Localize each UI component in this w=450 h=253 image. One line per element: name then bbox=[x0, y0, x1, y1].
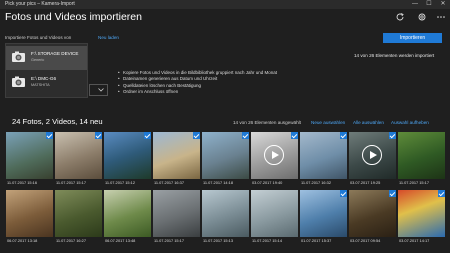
photo-date: 03.07.2017 19:40 bbox=[252, 180, 283, 185]
photo-date: 11.07.2017 16:27 bbox=[56, 238, 86, 243]
reload-link[interactable]: Neu laden bbox=[98, 35, 119, 40]
photo-date: 11.07.2017 15:12 bbox=[105, 180, 135, 185]
play-icon bbox=[264, 145, 284, 165]
photo-thumbnail bbox=[104, 132, 151, 179]
photo-thumbnail bbox=[6, 190, 53, 237]
photo-date: 11.07.2017 15:13 bbox=[203, 238, 233, 243]
checkmark-icon[interactable] bbox=[389, 190, 396, 197]
photo-date: 01.07.2017 15:37 bbox=[301, 238, 332, 243]
video-thumbnail bbox=[349, 132, 396, 179]
source-label: Importiere Fotos und Videos von bbox=[5, 35, 72, 40]
import-button[interactable]: Importieren bbox=[383, 33, 442, 43]
photo-thumbnail bbox=[202, 190, 249, 237]
photo-date: 03.07.2017 09:54 bbox=[350, 238, 381, 243]
photo-tile[interactable]: 11.07.2017 16:27 bbox=[55, 190, 102, 247]
device-name: F:\ STORAGE DEVICE bbox=[31, 51, 79, 56]
photo-date: 11.07.2017 14:18 bbox=[203, 180, 233, 185]
photo-thumbnail bbox=[55, 190, 102, 237]
photo-thumbnail bbox=[349, 190, 396, 237]
photo-tile[interactable]: 03.07.2017 19:40 bbox=[251, 132, 298, 189]
photo-thumbnail bbox=[6, 132, 53, 179]
chevron-down-icon bbox=[98, 88, 104, 92]
photo-tile[interactable]: 01.07.2017 15:37 bbox=[300, 190, 347, 247]
photo-thumbnail bbox=[251, 190, 298, 237]
photo-date: 11.07.2017 15:17 bbox=[154, 238, 184, 243]
photo-date: 06.07.2017 13:48 bbox=[105, 238, 136, 243]
photo-tile[interactable]: 11.07.2017 16:37 bbox=[153, 132, 200, 189]
photo-thumbnail bbox=[104, 190, 151, 237]
photo-date: 06.07.2017 13:18 bbox=[7, 238, 38, 243]
checkmark-icon[interactable] bbox=[144, 132, 151, 139]
device-subtitle: MATSHITA bbox=[31, 83, 50, 87]
camera-icon bbox=[12, 76, 25, 87]
checkmark-icon[interactable] bbox=[95, 132, 102, 139]
photo-date: 11.07.2017 15:17 bbox=[56, 180, 86, 185]
photo-tile[interactable]: 03.07.2017 09:54 bbox=[349, 190, 396, 247]
checkmark-icon[interactable] bbox=[46, 132, 53, 139]
checkmark-icon[interactable] bbox=[438, 190, 445, 197]
photo-thumbnail bbox=[153, 190, 200, 237]
page-title: Fotos und Videos importieren bbox=[5, 11, 142, 23]
photo-tile[interactable]: 11.07.2017 15:16 bbox=[6, 132, 53, 189]
photo-tile[interactable]: 03.07.2017 19:25 bbox=[349, 132, 396, 189]
checkmark-icon[interactable] bbox=[291, 132, 298, 139]
more-options-icon[interactable] bbox=[436, 12, 446, 22]
photo-date: 11.07.2017 15:14 bbox=[252, 238, 282, 243]
photo-tile[interactable]: 11.07.2017 14:18 bbox=[202, 132, 249, 189]
select-all-link[interactable]: Alle auswählen bbox=[353, 120, 384, 125]
device-dropdown[interactable]: F:\ STORAGE DEVICE Generic E:\ DMC-G6 MA… bbox=[5, 43, 88, 98]
checkmark-icon[interactable] bbox=[340, 132, 347, 139]
photo-thumbnail bbox=[153, 132, 200, 179]
checkmark-icon[interactable] bbox=[389, 132, 396, 139]
selection-count: 14 von 26 Elementen ausgewählt bbox=[233, 120, 301, 125]
checkmark-icon[interactable] bbox=[242, 132, 249, 139]
video-thumbnail bbox=[251, 132, 298, 179]
photo-thumbnail bbox=[300, 132, 347, 179]
gallery-heading: 24 Fotos, 2 Videos, 14 neu bbox=[12, 117, 103, 126]
photo-tile[interactable]: 06.07.2017 13:18 bbox=[6, 190, 53, 247]
refresh-icon[interactable] bbox=[395, 12, 405, 22]
maximize-button[interactable]: ☐ bbox=[423, 0, 435, 9]
import-status: 14 von 26 Elementen werden importiert bbox=[354, 53, 435, 58]
photo-grid: 11.07.2017 15:16 11.07.2017 15:17 11.07.20… bbox=[6, 132, 446, 247]
photo-tile[interactable]: 11.07.2017 15:17 bbox=[398, 132, 445, 189]
import-options-list: Kopiere Fotos und Videos in die Bildbibl… bbox=[118, 70, 277, 95]
photo-date: 03.07.2017 19:25 bbox=[350, 180, 381, 185]
photo-tile[interactable]: 06.07.2017 13:48 bbox=[104, 190, 151, 247]
photo-thumbnail bbox=[398, 190, 445, 237]
photo-tile[interactable]: 11.07.2017 15:12 bbox=[104, 132, 151, 189]
photo-tile[interactable]: 11.07.2017 15:14 bbox=[251, 190, 298, 247]
photo-date: 11.07.2017 15:17 bbox=[399, 180, 429, 185]
minimize-button[interactable]: — bbox=[409, 0, 421, 9]
photo-date: 11.07.2017 15:16 bbox=[7, 180, 37, 185]
close-button[interactable]: ✕ bbox=[437, 0, 449, 9]
select-new-link[interactable]: Neue auswählen bbox=[311, 120, 345, 125]
window-title: Pick your pics – Kamera-Import bbox=[5, 1, 75, 7]
checkmark-icon[interactable] bbox=[340, 190, 347, 197]
option-item: Ordner im Anschluss öffnen bbox=[118, 89, 277, 96]
device-item-storage[interactable]: F:\ STORAGE DEVICE Generic bbox=[6, 46, 87, 70]
photo-thumbnail bbox=[398, 132, 445, 179]
window-titlebar: Pick your pics – Kamera-Import — ☐ ✕ bbox=[0, 0, 450, 9]
photo-tile[interactable]: 11.07.2017 16:32 bbox=[300, 132, 347, 189]
deselect-link[interactable]: Auswahl aufheben bbox=[391, 120, 429, 125]
device-subtitle: Generic bbox=[31, 58, 45, 62]
photo-tile[interactable]: 11.07.2017 15:17 bbox=[55, 132, 102, 189]
photo-date: 11.07.2017 16:32 bbox=[301, 180, 331, 185]
settings-dropdown[interactable] bbox=[89, 84, 108, 96]
photo-date: 03.07.2017 14:17 bbox=[399, 238, 430, 243]
photo-tile[interactable]: 11.07.2017 15:17 bbox=[153, 190, 200, 247]
device-name: E:\ DMC-G6 bbox=[31, 76, 57, 81]
photo-thumbnail bbox=[55, 132, 102, 179]
camera-icon bbox=[12, 51, 25, 62]
photo-thumbnail bbox=[300, 190, 347, 237]
photo-tile[interactable]: 03.07.2017 14:17 bbox=[398, 190, 445, 247]
device-item-camera[interactable]: E:\ DMC-G6 MATSHITA bbox=[6, 71, 87, 95]
photo-tile[interactable]: 11.07.2017 15:13 bbox=[202, 190, 249, 247]
photo-date: 11.07.2017 16:37 bbox=[154, 180, 184, 185]
checkmark-icon[interactable] bbox=[193, 132, 200, 139]
gear-icon[interactable] bbox=[417, 12, 427, 22]
play-icon bbox=[362, 145, 382, 165]
photo-thumbnail bbox=[202, 132, 249, 179]
